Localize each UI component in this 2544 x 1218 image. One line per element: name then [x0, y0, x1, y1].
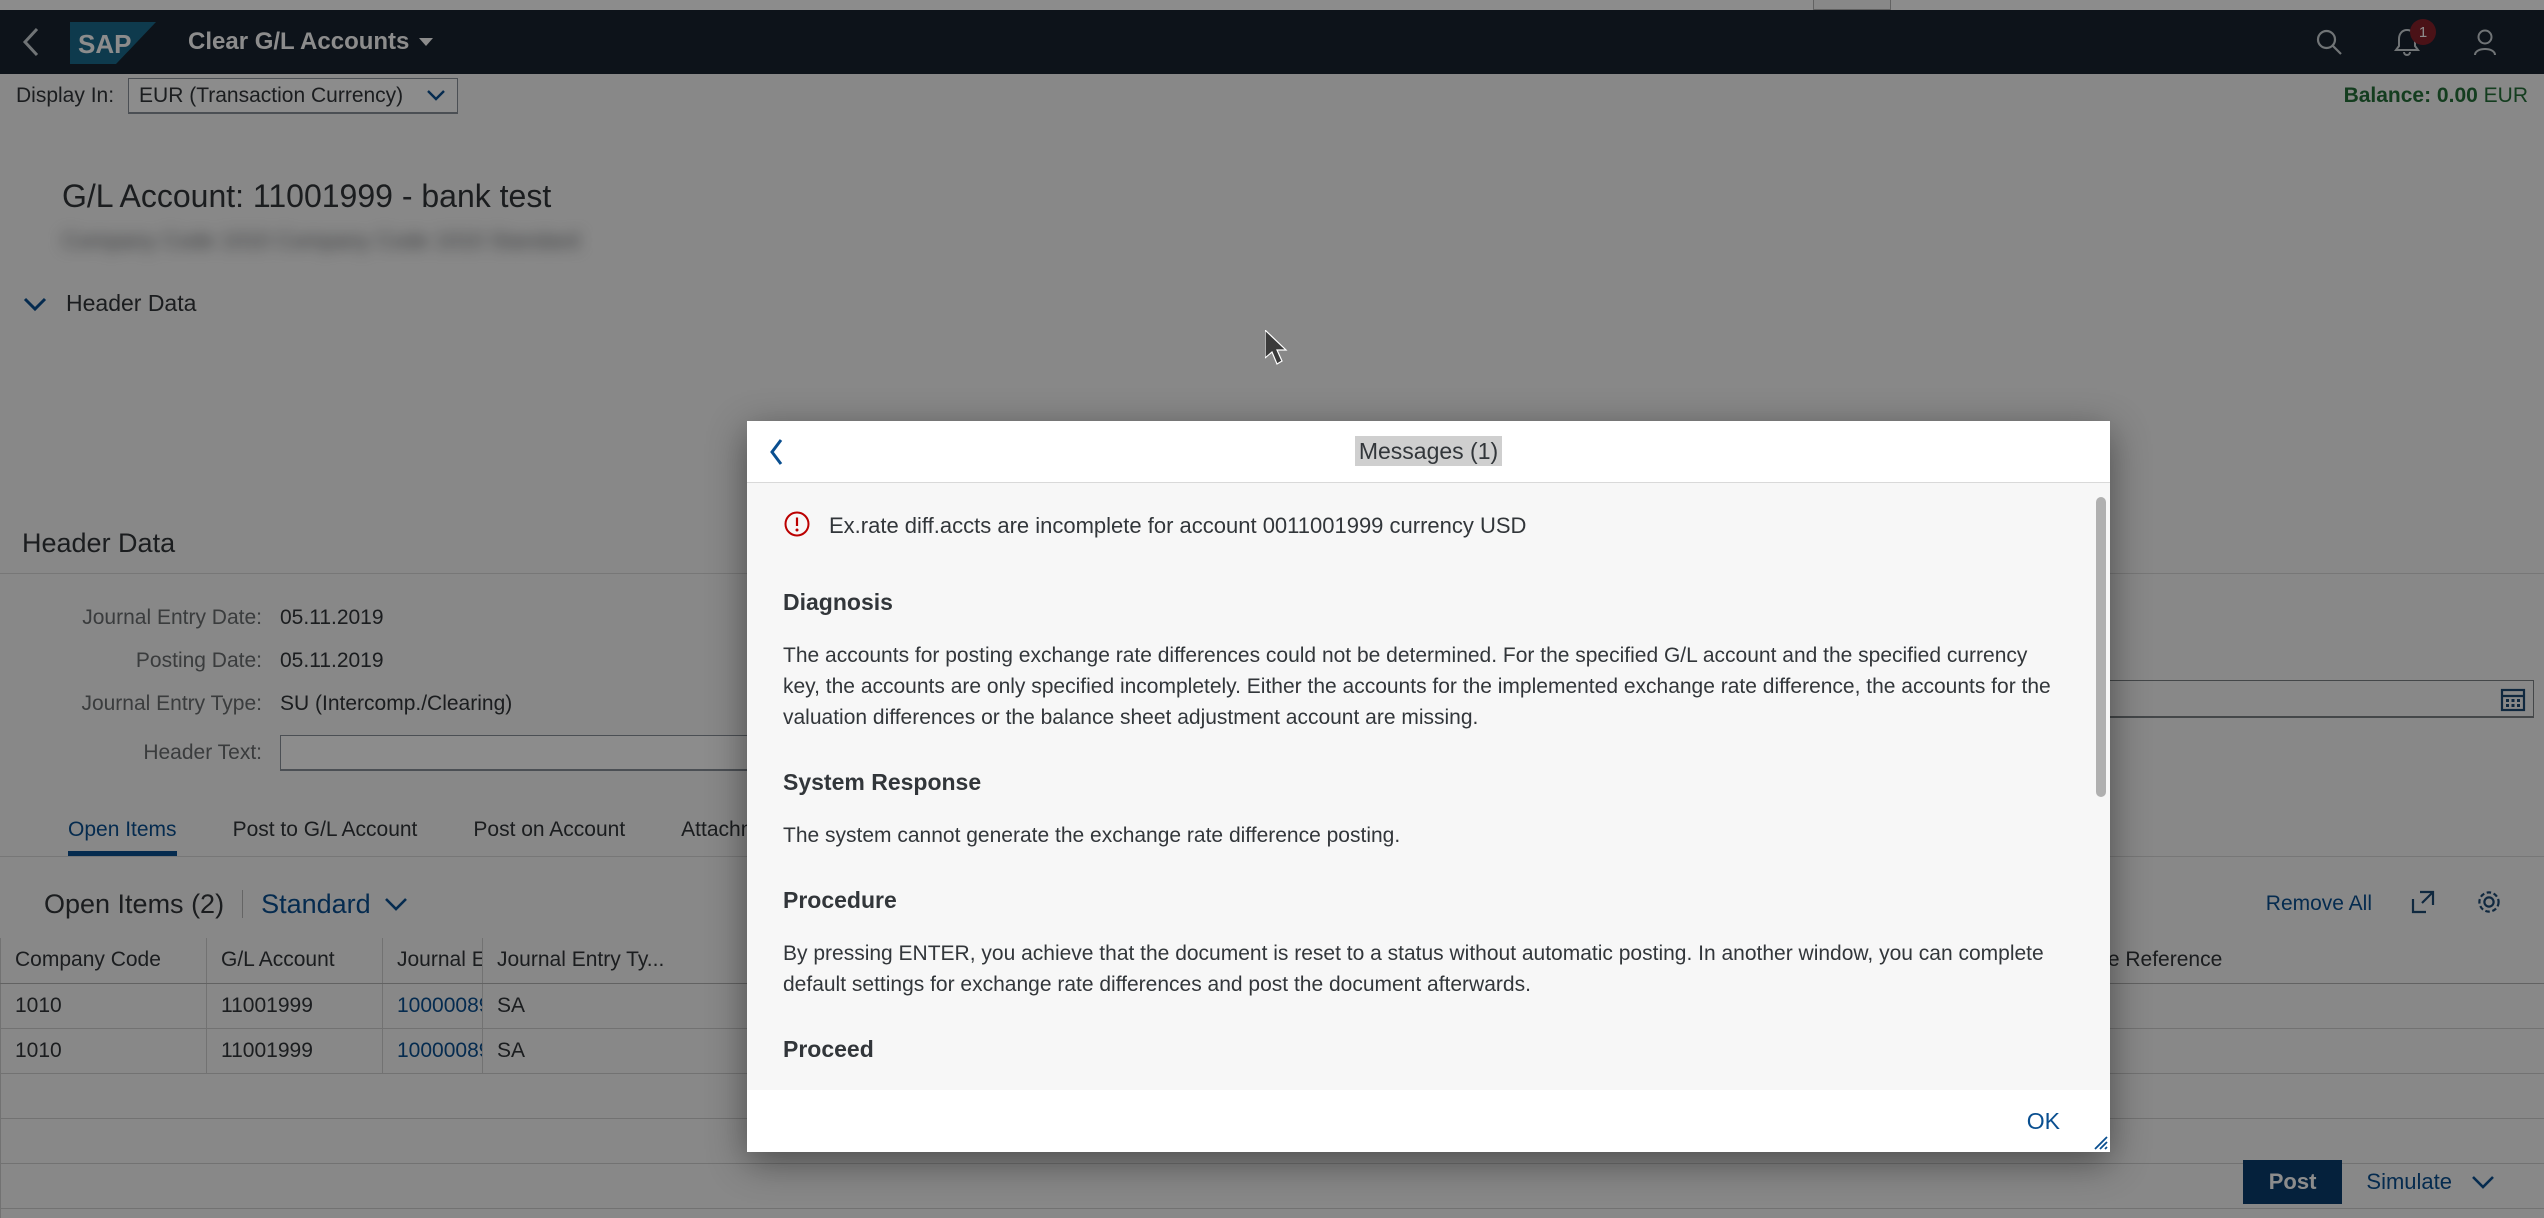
section-body-diagnosis: The accounts for posting exchange rate d…: [783, 644, 2051, 730]
error-icon: [783, 510, 811, 543]
mouse-cursor: [1265, 330, 1288, 365]
section-heading-diagnosis: Diagnosis: [783, 589, 893, 615]
resize-grip-icon[interactable]: [2090, 1132, 2108, 1150]
screen-root: Close SAP Clear G/L Accounts: [0, 0, 2544, 1218]
section-body-procedure: By pressing ENTER, you achieve that the …: [783, 942, 2044, 997]
scrollbar-thumb[interactable]: [2096, 497, 2106, 797]
section-heading-proceed: Proceed: [783, 1036, 874, 1063]
dialog-title: Messages (1): [747, 436, 2110, 466]
chevron-left-icon: [770, 438, 783, 465]
section-heading-system-response: System Response: [783, 769, 982, 796]
section-body-system-response: The system cannot generate the exchange …: [783, 824, 1401, 848]
dialog-back-button[interactable]: [747, 422, 807, 482]
dialog-body: Ex.rate diff.accts are incomplete for ac…: [747, 483, 2110, 1090]
message-text: Ex.rate diff.accts are incomplete for ac…: [829, 513, 1527, 538]
dialog-footer: OK: [747, 1090, 2110, 1152]
dialog-scrollbar[interactable]: [2096, 497, 2106, 1076]
messages-dialog: Messages (1) Ex.rate diff.accts are inco…: [747, 421, 2110, 1152]
ok-button[interactable]: OK: [2013, 1102, 2074, 1141]
section-heading-procedure: Procedure: [783, 887, 897, 914]
dialog-title-text: Messages (1): [1354, 436, 1503, 466]
dialog-header: Messages (1): [747, 421, 2110, 483]
message-item: Ex.rate diff.accts are incomplete for ac…: [783, 509, 2074, 543]
